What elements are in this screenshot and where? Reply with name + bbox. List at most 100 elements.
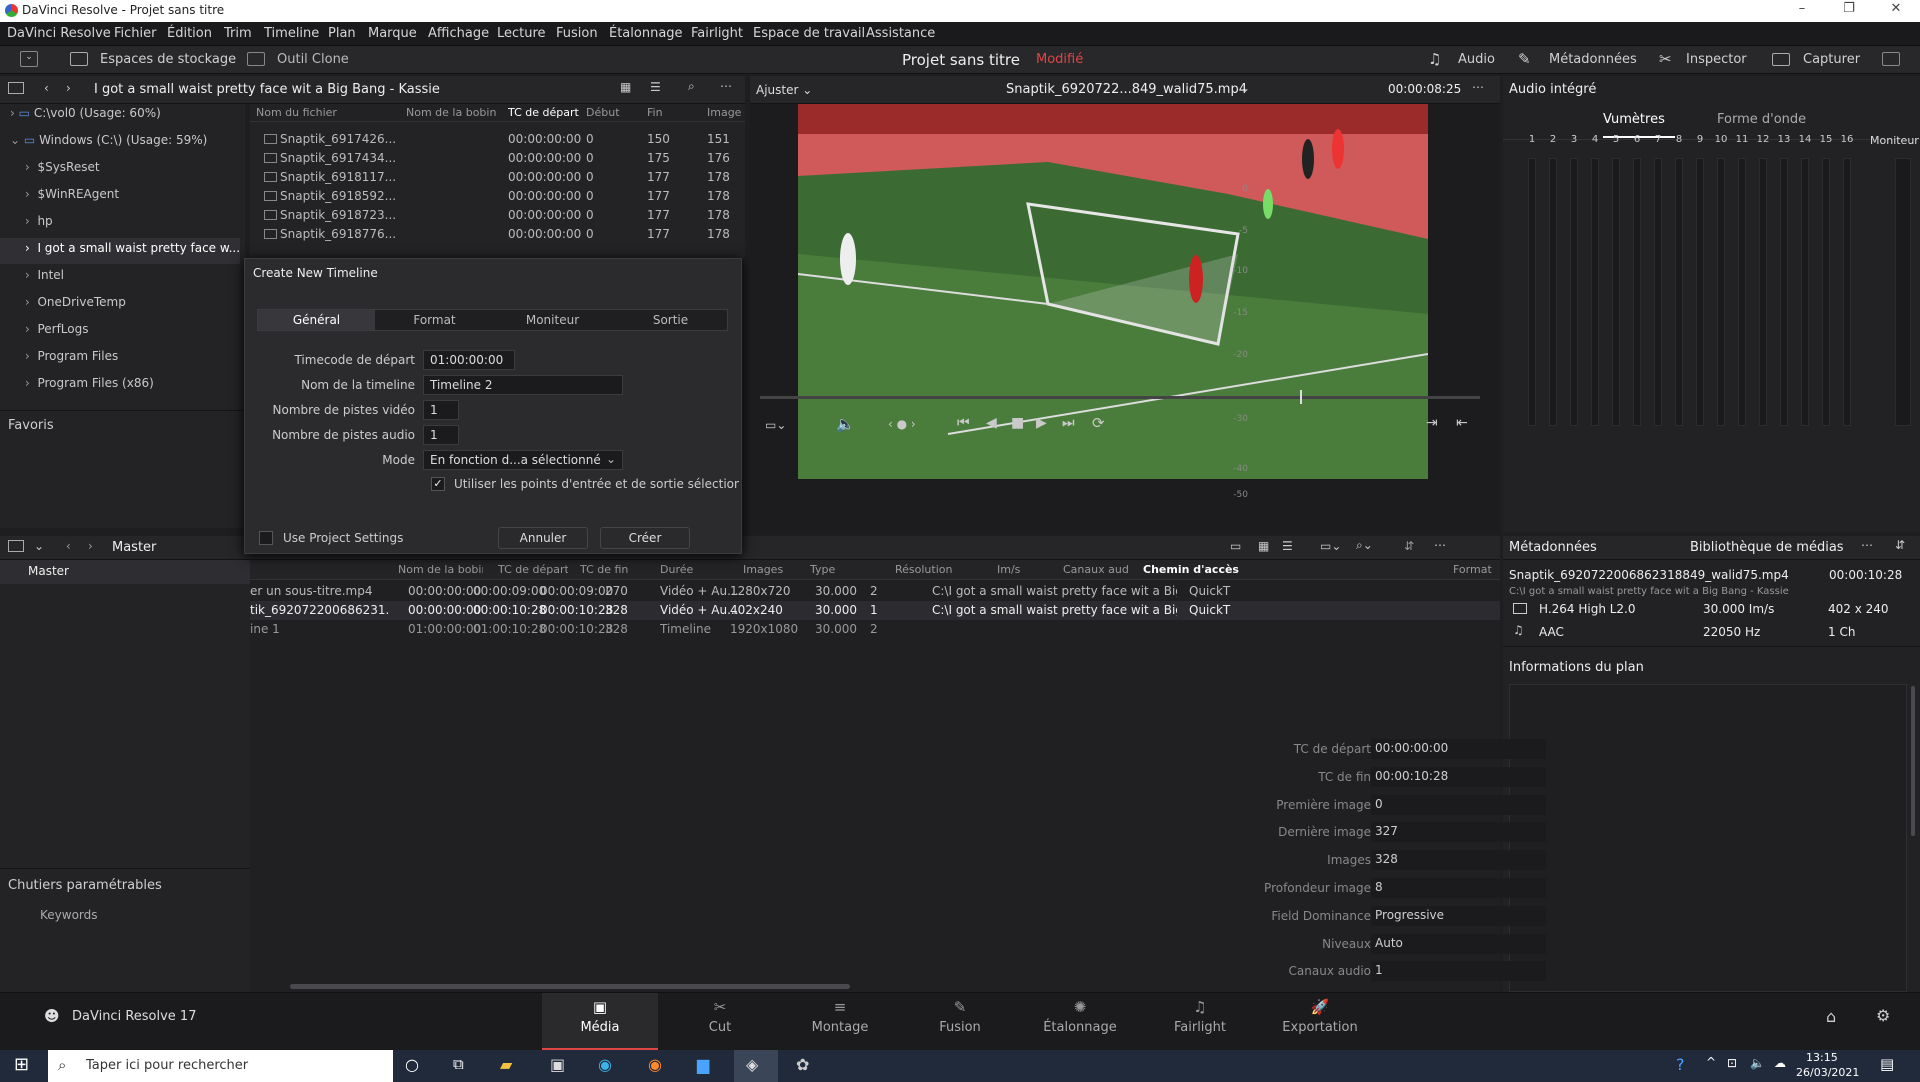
keywords-bin[interactable]: Keywords <box>40 908 98 922</box>
col-header[interactable]: Image <box>707 106 742 119</box>
go-end-icon[interactable]: ⏭ <box>1062 415 1075 431</box>
folder-item[interactable]: › OneDriveTemp <box>25 295 126 317</box>
tab-sortie[interactable]: Sortie <box>612 313 729 327</box>
page-etalonnage[interactable]: ✺ Étalonnage <box>1032 996 1128 1046</box>
table-row[interactable]: Snaptik_6918592... 00:00:00:00 0 177 178 <box>250 187 745 206</box>
menu-timeline[interactable]: Timeline <box>264 26 319 41</box>
bin-toggle-icon[interactable] <box>8 540 24 552</box>
cortana-icon[interactable]: ○ <box>405 1055 419 1074</box>
table-row[interactable]: Snaptik_6918723... 00:00:00:00 0 177 178 <box>250 206 745 225</box>
capture-button[interactable]: Capturer <box>1803 52 1860 67</box>
col-header[interactable]: Im/s <box>997 563 1047 576</box>
col-header[interactable]: Début <box>586 106 636 119</box>
menu-espace-travail[interactable]: Espace de travail <box>753 26 865 41</box>
folder-item[interactable]: › $SysReset <box>25 160 100 182</box>
meta-field-value[interactable]: 00:00:10:28 <box>1371 766 1546 787</box>
scrubber-track[interactable] <box>760 396 1480 399</box>
meta-field-value[interactable]: 0 <box>1371 794 1546 815</box>
app-taskbar-icon[interactable]: ✿ <box>796 1055 809 1074</box>
more-options-icon[interactable]: ⋯ <box>1472 80 1484 94</box>
meta-field-value[interactable]: 328 <box>1371 850 1546 871</box>
help-icon[interactable]: ? <box>1676 1055 1685 1074</box>
folder-item[interactable]: › Intel <box>25 268 64 290</box>
menu-trim[interactable]: Trim <box>224 26 252 41</box>
fit-dropdown[interactable]: Ajuster ⌄ <box>756 83 812 97</box>
media-library-tab[interactable]: Bibliothèque de médias <box>1690 540 1844 555</box>
folder-item[interactable]: › Program Files (x86) <box>25 376 154 398</box>
horizontal-scrollbar[interactable] <box>290 984 850 989</box>
viewer-mode-icon[interactable]: ▭⌄ <box>765 418 786 432</box>
notification-icon[interactable]: ▤ <box>1880 1055 1894 1073</box>
go-start-icon[interactable]: ⏮ <box>957 415 970 431</box>
meta-field-value[interactable]: 327 <box>1371 822 1546 843</box>
col-header[interactable]: Chemin d'accès <box>1143 563 1253 576</box>
bin-master[interactable]: Master <box>0 560 250 584</box>
playhead[interactable] <box>1300 390 1302 404</box>
forward-icon[interactable]: › <box>88 539 93 553</box>
use-project-checkbox[interactable] <box>259 531 273 545</box>
tab-format[interactable]: Format <box>376 313 493 327</box>
step-back-icon[interactable]: ◀ <box>986 415 997 431</box>
create-button[interactable]: Créer <box>600 527 690 549</box>
grid-view-icon[interactable]: ▦ <box>1258 539 1269 553</box>
stop-icon[interactable]: ■ <box>1011 415 1024 431</box>
speaker-icon[interactable]: 🔈 <box>1750 1056 1765 1070</box>
mark-in-icon[interactable]: ⇥ <box>1426 415 1438 431</box>
maximize-button[interactable]: ❐ <box>1829 1 1869 21</box>
video-tracks-field[interactable]: 1 <box>423 400 459 420</box>
search-icon[interactable]: ⌕⌄ <box>1356 538 1373 553</box>
meta-field-value[interactable]: Progressive <box>1371 905 1546 926</box>
drive-item[interactable]: ⌄ ▭ Windows (C:\) (Usage: 59%) <box>10 133 207 155</box>
audio-tracks-field[interactable]: 1 <box>423 425 459 445</box>
storage-button[interactable]: Espaces de stockage <box>100 52 236 67</box>
mode-select[interactable]: En fonction d...a sélectionné ⌄ <box>423 450 623 470</box>
start-tc-field[interactable]: 01:00:00:00 <box>423 350 515 370</box>
menu-fichier[interactable]: Fichier <box>114 26 157 41</box>
col-header[interactable]: Durée <box>660 563 720 576</box>
gear-icon[interactable]: ⚙ <box>1876 1006 1890 1025</box>
page-fairlight[interactable]: ♫ Fairlight <box>1152 996 1248 1046</box>
sort-icon[interactable]: ⇵ <box>1404 539 1414 553</box>
col-header[interactable]: Fin <box>647 106 687 119</box>
menu-plan[interactable]: Plan <box>328 26 356 41</box>
table-row[interactable]: Snaptik_6918776... 00:00:00:00 0 177 178 <box>250 225 745 244</box>
task-view-icon[interactable]: ⧉ <box>453 1055 464 1073</box>
folder-item[interactable]: › PerfLogs <box>25 322 89 344</box>
more-options-icon[interactable]: ⋯ <box>720 79 732 93</box>
inspector-button[interactable]: Inspector <box>1686 52 1747 67</box>
meta-field-value[interactable]: Auto <box>1371 933 1546 954</box>
page-media[interactable]: ▣ Média <box>552 996 648 1046</box>
col-header[interactable]: Format <box>1453 563 1498 576</box>
menu-affichage[interactable]: Affichage <box>428 26 489 41</box>
more-options-icon[interactable]: ⋯ <box>1861 538 1873 552</box>
file-explorer-icon[interactable]: ▰ <box>500 1055 512 1074</box>
list-view-icon[interactable]: ☰ <box>650 80 661 94</box>
table-row[interactable]: Snaptik_6917434... 00:00:00:00 0 175 176 <box>250 149 745 168</box>
tray-chevron-icon[interactable]: ^ <box>1706 1055 1716 1069</box>
col-header[interactable]: Résolution <box>895 563 975 576</box>
search-icon[interactable]: ⌕ <box>688 79 695 94</box>
play-icon[interactable]: ▶ <box>1036 415 1047 431</box>
col-header[interactable]: Canaux aud <box>1063 563 1128 576</box>
page-fusion[interactable]: ✎ Fusion <box>912 996 1008 1046</box>
chevron-down-icon[interactable]: ⌄ <box>1240 81 1250 95</box>
network-icon[interactable]: ⊡ <box>1727 1056 1737 1070</box>
table-row[interactable]: tik_692072200686231... 00:00:00:00 00:00:1… <box>250 601 1500 620</box>
page-exportation[interactable]: 🚀 Exportation <box>1272 996 1368 1046</box>
menu-davinci[interactable]: DaVinci Resolve <box>7 26 111 41</box>
clone-tool-button[interactable]: Outil Clone <box>277 52 349 67</box>
photos-icon[interactable]: ▆ <box>697 1055 709 1074</box>
loop-icon[interactable]: ⟳ <box>1092 414 1105 432</box>
tab-forme-onde[interactable]: Forme d'onde <box>1717 112 1806 127</box>
menu-marque[interactable]: Marque <box>368 26 417 41</box>
folder-item[interactable]: › Program Files <box>25 349 118 371</box>
grid-view-icon[interactable]: ▦ <box>620 80 631 94</box>
col-header[interactable]: TC de départ <box>498 563 568 576</box>
tab-moniteur[interactable]: Moniteur <box>494 313 611 327</box>
timeline-name-field[interactable]: Timeline 2 <box>423 375 623 395</box>
metadata-button[interactable]: Métadonnées <box>1549 52 1637 67</box>
meta-field-value[interactable]: 00:00:00:00 <box>1371 739 1546 759</box>
col-header[interactable]: Type <box>810 563 880 576</box>
folder-item[interactable]: › $WinREAgent <box>25 187 119 209</box>
more-options-icon[interactable]: ⋯ <box>1434 538 1446 552</box>
